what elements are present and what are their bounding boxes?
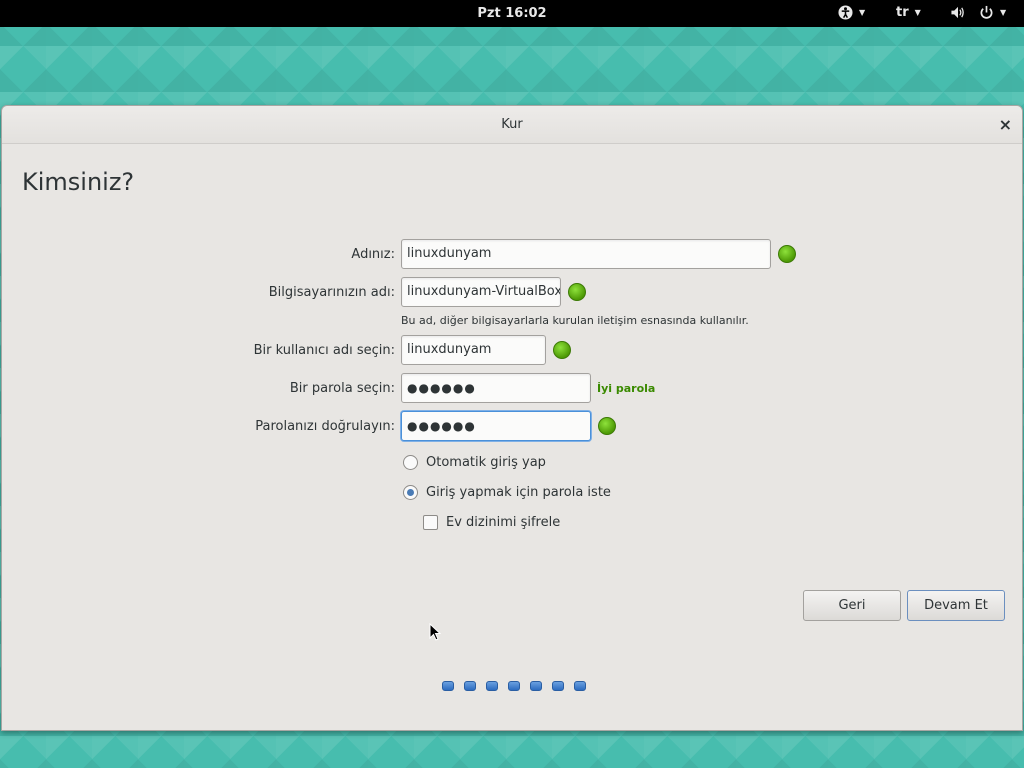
power-icon [980, 5, 993, 19]
name-field[interactable]: linuxdunyam [401, 239, 771, 269]
confirm-password-field[interactable]: ●●●●●● [401, 411, 591, 441]
continue-button[interactable]: Devam Et [907, 590, 1005, 621]
accessibility-menu[interactable]: ▼ [838, 5, 865, 20]
encrypt-home-checkbox[interactable] [423, 515, 438, 530]
accessibility-icon [838, 5, 853, 20]
require-password-label[interactable]: Giriş yapmak için parola iste [426, 485, 611, 500]
back-button[interactable]: Geri [803, 590, 901, 621]
top-bar: Pzt 16:02 ▼ tr ▼ ▼ [0, 0, 1024, 27]
volume-icon [951, 6, 964, 19]
close-button[interactable]: × [999, 115, 1012, 134]
clock[interactable]: Pzt 16:02 [0, 6, 1024, 21]
require-password-radio[interactable] [403, 485, 418, 500]
progress-step [574, 681, 586, 691]
ok-icon [598, 417, 616, 435]
progress-step [486, 681, 498, 691]
ok-icon [568, 283, 586, 301]
ok-icon [778, 245, 796, 263]
chevron-down-icon: ▼ [1000, 8, 1007, 17]
confirm-password-label: Parolanızı doğrulayın: [255, 419, 395, 434]
progress-step [552, 681, 564, 691]
progress-step [464, 681, 476, 691]
username-label: Bir kullanıcı adı seçin: [253, 343, 395, 358]
title-bar: Kur × [2, 106, 1022, 144]
progress-step [530, 681, 542, 691]
computer-name-label: Bilgisayarınızın adı: [268, 285, 395, 300]
password-strength: İyi parola [597, 382, 656, 395]
auto-login-label[interactable]: Otomatik giriş yap [426, 455, 546, 470]
progress-step [508, 681, 520, 691]
mouse-pointer-icon [429, 623, 441, 641]
ok-icon [553, 341, 571, 359]
language-label: tr [896, 5, 909, 20]
encrypt-home-label[interactable]: Ev dizinimi şifrele [446, 515, 560, 530]
installer-window: Kur × Kimsiniz? Adınız: linuxdunyam Bilg… [1, 105, 1023, 731]
auto-login-radio[interactable] [403, 455, 418, 470]
system-menu[interactable]: ▼ [979, 5, 1006, 20]
progress-indicator [442, 681, 586, 691]
computer-name-field[interactable]: linuxdunyam-VirtualBox [401, 277, 561, 307]
language-menu[interactable]: tr ▼ [896, 5, 921, 20]
window-title: Kur [501, 117, 523, 132]
computer-name-hint: Bu ad, diğer bilgisayarlarla kurulan ile… [401, 314, 749, 327]
chevron-down-icon: ▼ [859, 8, 866, 17]
password-field[interactable]: ●●●●●● [401, 373, 591, 403]
volume-indicator[interactable] [950, 5, 966, 20]
username-field[interactable]: linuxdunyam [401, 335, 546, 365]
password-label: Bir parola seçin: [289, 381, 395, 396]
chevron-down-icon: ▼ [914, 8, 921, 17]
page-title: Kimsiniz? [22, 168, 135, 196]
progress-step [442, 681, 454, 691]
name-label: Adınız: [351, 247, 395, 262]
